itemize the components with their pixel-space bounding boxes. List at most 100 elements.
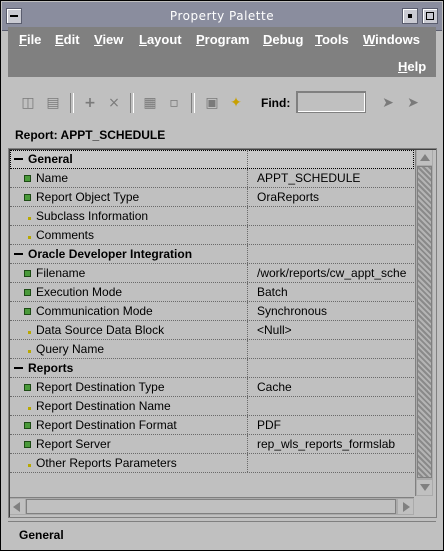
property-default-icon	[28, 217, 31, 220]
property-default-icon	[28, 407, 31, 410]
scroll-thumb[interactable]	[417, 166, 432, 478]
category-general[interactable]: General	[10, 150, 414, 169]
property-row-data-source-data-block[interactable]: Data Source Data Block <Null>	[10, 321, 414, 340]
property-value[interactable]: Cache	[257, 378, 414, 396]
freeze-icon[interactable]: ▣	[204, 95, 220, 111]
property-value[interactable]: Batch	[257, 283, 414, 301]
property-value[interactable]: PDF	[257, 416, 414, 434]
find-previous-icon[interactable]: ➤	[405, 95, 421, 111]
status-bar: General	[8, 521, 436, 546]
scroll-down-icon[interactable]	[417, 480, 432, 495]
property-row-query-name[interactable]: Query Name	[10, 340, 414, 359]
delete-property-icon[interactable]: ×	[106, 95, 122, 111]
menu-edit[interactable]: Edit	[55, 32, 80, 47]
property-label: Filename	[36, 266, 86, 280]
property-label: Name	[36, 171, 69, 185]
property-default-icon	[28, 350, 31, 353]
category-label: General	[28, 152, 73, 166]
property-row-communication-mode[interactable]: Communication Mode Synchronous	[10, 302, 414, 321]
property-default-icon	[28, 236, 31, 239]
scroll-up-icon[interactable]	[417, 150, 432, 165]
collapse-icon[interactable]	[14, 158, 23, 160]
property-value[interactable]	[257, 207, 414, 225]
menu-program[interactable]: Program	[196, 32, 249, 47]
property-set-icon	[24, 308, 31, 315]
vertical-scrollbar[interactable]	[415, 150, 433, 496]
property-value[interactable]	[257, 397, 414, 415]
property-label: Report Destination Format	[36, 418, 177, 432]
property-row-name[interactable]: Name APPT_SCHEDULE	[10, 169, 414, 188]
category-oracle-developer-integration[interactable]: Oracle Developer Integration	[10, 245, 414, 264]
property-label: Other Reports Parameters	[36, 456, 177, 470]
category-label: Reports	[28, 361, 74, 375]
property-row-execution-mode[interactable]: Execution Mode Batch	[10, 283, 414, 302]
property-label: Data Source Data Block	[36, 323, 165, 337]
property-label: Report Object Type	[36, 190, 140, 204]
property-row-subclass-information[interactable]: Subclass Information	[10, 207, 414, 226]
property-row-report-destination-type[interactable]: Report Destination Type Cache	[10, 378, 414, 397]
property-label: Comments	[36, 228, 95, 242]
menu-debug[interactable]: Debug	[263, 32, 303, 47]
menu-view[interactable]: View	[94, 32, 123, 47]
scroll-thumb[interactable]	[26, 499, 396, 514]
property-value[interactable]: Synchronous	[257, 302, 414, 320]
intersection-icon[interactable]: ▫	[166, 95, 182, 111]
property-row-report-object-type[interactable]: Report Object Type OraReports	[10, 188, 414, 207]
menu-windows[interactable]: Windows	[363, 32, 420, 47]
menu-layout[interactable]: Layout	[139, 32, 182, 47]
property-set-icon	[24, 289, 31, 296]
property-value[interactable]: /work/reports/cw_appt_sche	[257, 264, 414, 282]
property-value[interactable]	[257, 454, 414, 472]
minimize-icon[interactable]	[402, 8, 418, 24]
property-row-comments[interactable]: Comments	[10, 226, 414, 245]
property-label: Report Server	[36, 437, 111, 451]
property-row-report-destination-format[interactable]: Report Destination Format PDF	[10, 416, 414, 435]
property-set-icon	[24, 441, 31, 448]
maximize-icon[interactable]	[422, 8, 438, 24]
menu-file[interactable]: File	[19, 32, 41, 47]
toolbar-separator	[70, 93, 74, 113]
paste-properties-icon[interactable]: ▤	[45, 95, 61, 111]
collapse-icon[interactable]	[14, 367, 23, 369]
property-row-filename[interactable]: Filename /work/reports/cw_appt_sche	[10, 264, 414, 283]
property-set-icon	[24, 175, 31, 182]
property-default-icon	[28, 464, 31, 467]
scroll-left-icon[interactable]	[10, 499, 25, 514]
property-label: Execution Mode	[36, 285, 123, 299]
menu-help[interactable]: Help	[398, 59, 426, 74]
property-value[interactable]	[257, 226, 414, 244]
category-reports[interactable]: Reports	[10, 359, 414, 378]
property-row-report-destination-name[interactable]: Report Destination Name	[10, 397, 414, 416]
horizontal-scrollbar[interactable]	[10, 497, 414, 515]
menu-tools[interactable]: Tools	[315, 32, 349, 47]
context-label: Report: APPT_SCHEDULE	[15, 128, 166, 142]
property-set-icon	[24, 194, 31, 201]
property-label: Query Name	[36, 342, 105, 356]
property-set-icon	[24, 422, 31, 429]
window-title: Property Palette	[169, 9, 275, 23]
property-row-report-server[interactable]: Report Server rep_wls_reports_formslab	[10, 435, 414, 454]
find-next-icon[interactable]: ➤	[380, 95, 396, 111]
scroll-right-icon[interactable]	[398, 499, 413, 514]
property-value[interactable]	[257, 340, 414, 358]
copy-properties-icon[interactable]: ◫	[20, 95, 36, 111]
find-label: Find:	[261, 96, 291, 110]
status-text: General	[19, 528, 64, 542]
toolbar-separator	[191, 93, 195, 113]
property-label: Communication Mode	[36, 304, 153, 318]
property-row-other-reports-parameters[interactable]: Other Reports Parameters	[10, 454, 414, 473]
property-value[interactable]: APPT_SCHEDULE	[257, 169, 414, 187]
find-input[interactable]	[296, 91, 366, 113]
property-value[interactable]: OraReports	[257, 188, 414, 206]
property-value[interactable]: <Null>	[257, 321, 414, 339]
property-value[interactable]: rep_wls_reports_formslab	[257, 435, 414, 453]
collapse-icon[interactable]	[14, 253, 23, 255]
toolbar: ◫ ▤ + × ▦ ▫ ▣ ✦ Find: ➤ ➤	[8, 85, 436, 121]
property-default-icon	[28, 331, 31, 334]
property-label: Subclass Information	[36, 209, 149, 223]
category-label: Oracle Developer Integration	[28, 247, 193, 261]
union-icon[interactable]: ▦	[142, 95, 158, 111]
add-property-icon[interactable]: +	[82, 95, 98, 111]
property-grid: General Name APPT_SCHEDULE Report Object…	[10, 150, 414, 496]
pin-icon[interactable]: ✦	[228, 95, 244, 111]
